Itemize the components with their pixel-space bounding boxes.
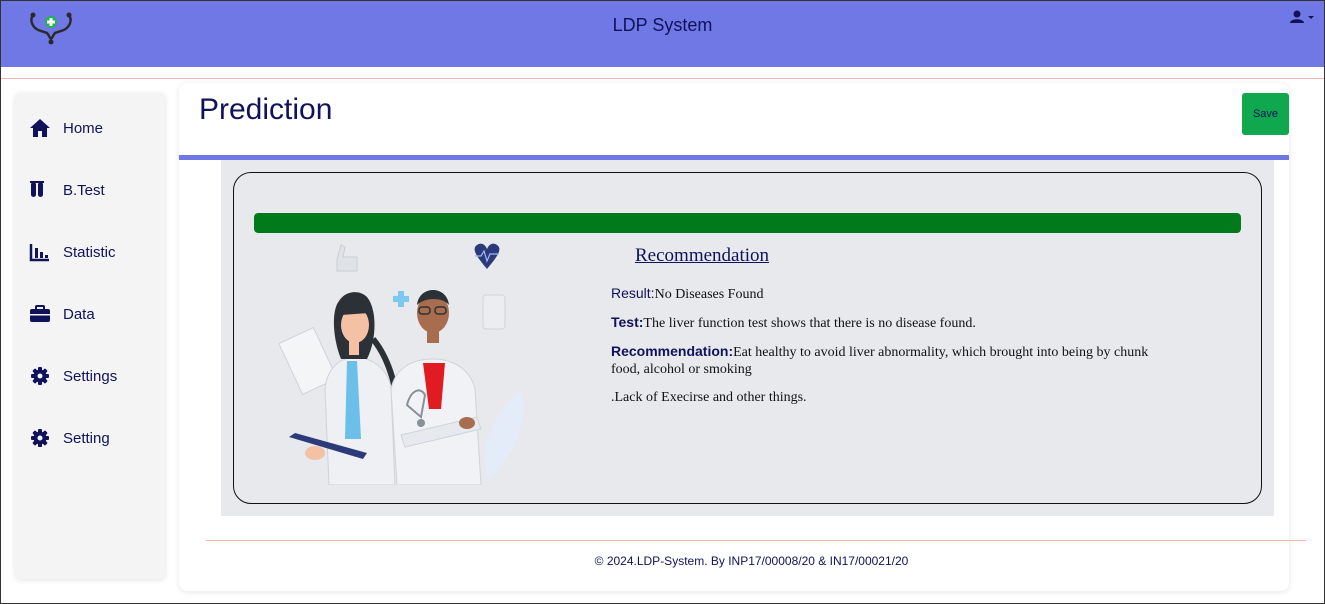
home-icon — [30, 119, 50, 137]
sidebar-item-label: B.Test — [63, 181, 105, 199]
sidebar-item-label: Data — [63, 305, 95, 323]
test-tubes-icon — [30, 181, 44, 197]
sidebar-item-btest[interactable]: B.Test — [29, 177, 105, 203]
footer-divider — [206, 540, 1306, 541]
user-icon[interactable] — [1289, 9, 1317, 27]
test-line: Test:The liver function test shows that … — [611, 314, 1151, 332]
test-label: Test: — [611, 314, 644, 330]
sidebar-item-label: Setting — [63, 429, 110, 447]
result-value: No Diseases Found — [654, 287, 764, 302]
sidebar-item-home[interactable]: Home — [29, 115, 103, 141]
app-title: LDP System — [612, 15, 713, 35]
recommendation-label: Recommendation: — [611, 343, 734, 359]
footer-text: © 2024.LDP-System. By INP17/00008/20 & I… — [594, 554, 909, 568]
gear-icon — [31, 367, 49, 385]
sidebar-item-label: Settings — [63, 367, 118, 385]
page-title: Prediction — [199, 93, 333, 126]
sidebar-item-setting[interactable]: Setting — [29, 425, 110, 451]
gear-icon — [31, 429, 49, 447]
sidebar-item-data[interactable]: Data — [29, 301, 95, 327]
sidebar-item-label: Home — [63, 119, 104, 137]
top-bar: LDP System — [1, 1, 1324, 67]
sidebar-item-label: Statistic — [63, 243, 116, 261]
progress-bar — [254, 213, 1241, 233]
recommendation-line: Recommendation:Eat healthy to avoid live… — [611, 343, 1151, 378]
briefcase-icon — [30, 305, 50, 322]
save-button[interactable]: Save — [1242, 93, 1289, 135]
sidebar: Home B.Test Statistic Data Settings Sett… — [15, 93, 165, 579]
sidebar-item-statistic[interactable]: Statistic — [29, 239, 116, 265]
progress-fill — [254, 213, 1241, 233]
recommendation-heading: Recommendation — [635, 245, 770, 266]
result-label: Result: — [611, 285, 655, 301]
sidebar-item-settings[interactable]: Settings — [29, 363, 117, 389]
chart-icon — [29, 244, 49, 262]
header-divider — [1, 78, 1324, 79]
test-value: The liver function test shows that there… — [643, 316, 976, 331]
doctors-illustration — [278, 243, 524, 485]
result-line: Result:No Diseases Found — [611, 285, 1151, 303]
extra-recommendation: .Lack of Execirse and other things. — [611, 390, 807, 405]
